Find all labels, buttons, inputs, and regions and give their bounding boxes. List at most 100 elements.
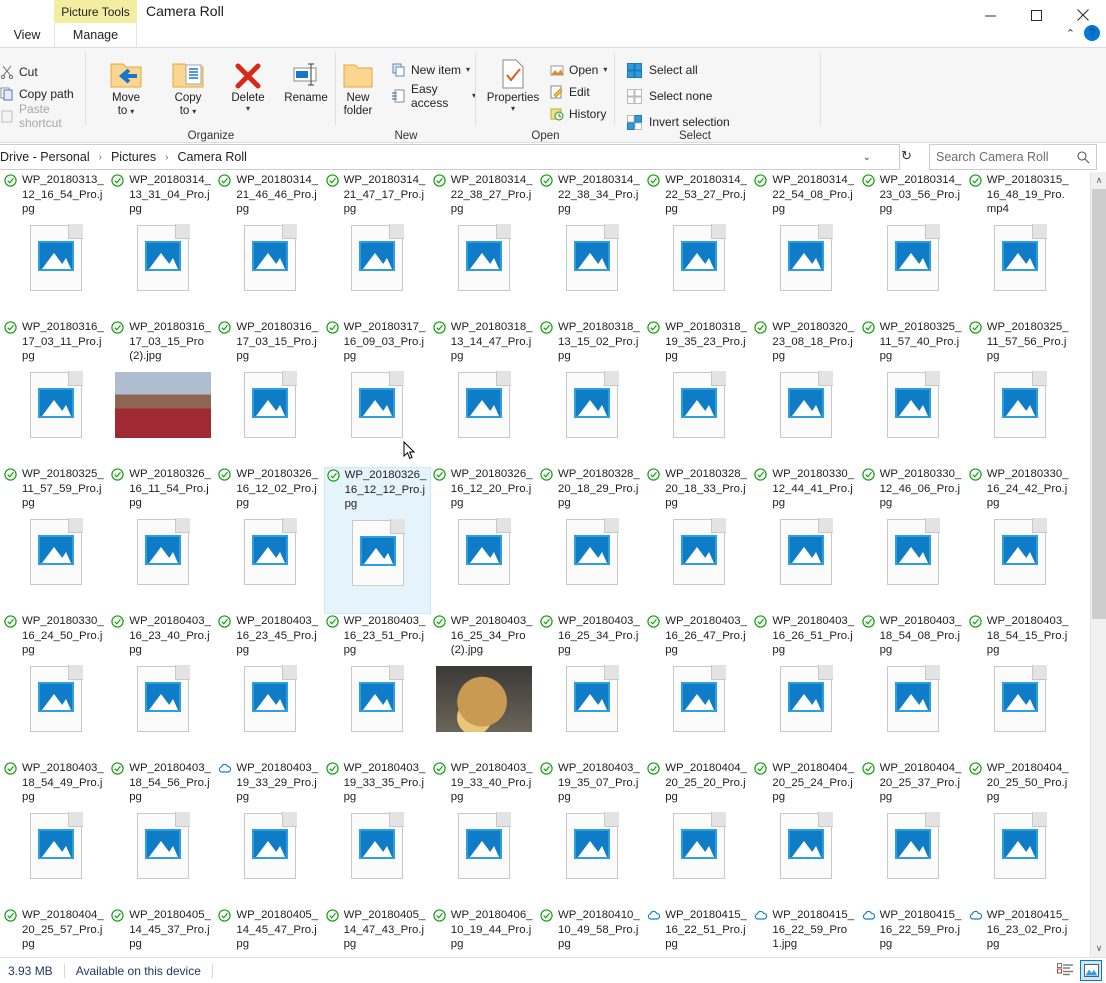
file-name-label: WP_20180403_19_33_40_Pro.jpg [450,762,533,804]
file-item[interactable]: WP_20180316_17_03_15_Pro.jpg [216,320,323,467]
file-item[interactable]: WP_20180328_20_18_33_Pro.jpg [645,467,752,614]
open-button[interactable]: Open ▾ [550,60,607,80]
file-item[interactable]: WP_20180314_22_53_27_Pro.jpg [645,173,752,320]
file-item[interactable]: WP_20180328_20_18_29_Pro.jpg [538,467,645,614]
file-item[interactable]: WP_20180404_20_25_50_Pro.jpg [967,761,1074,908]
file-item[interactable]: WP_20180330_16_24_42_Pro.jpg [967,467,1074,614]
minimize-icon [984,15,996,16]
file-item[interactable]: WP_20180403_16_25_34_Pro (2).jpg [431,614,538,761]
breadcrumb-item-camera-roll[interactable]: Camera Roll [174,149,249,165]
file-item[interactable]: WP_20180313_12_16_54_Pro.jpg [2,173,109,320]
file-item[interactable]: WP_20180325_11_57_40_Pro.jpg [860,320,967,467]
edit-button[interactable]: Edit [550,82,590,102]
file-list-view[interactable]: WP_20180313_12_16_54_Pro.jpg WP_20180314_… [0,172,1106,983]
file-item[interactable]: WP_20180318_13_14_47_Pro.jpg [431,320,538,467]
chevron-down-icon[interactable]: ⌄ [863,152,871,163]
file-item[interactable]: WP_20180403_18_54_15_Pro.jpg [967,614,1074,761]
image-file-icon [243,224,297,291]
file-item[interactable]: WP_20180330_12_46_06_Pro.jpg [860,467,967,614]
file-item[interactable]: WP_20180326_16_11_54_Pro.jpg [109,467,216,614]
tab-view[interactable]: View [0,23,54,47]
properties-button[interactable]: Properties ▾ [480,54,546,113]
file-item[interactable]: WP_20180316_17_03_11_Pro.jpg [2,320,109,467]
file-item[interactable]: WP_20180403_16_26_47_Pro.jpg [645,614,752,761]
file-item[interactable]: WP_20180404_20_25_20_Pro.jpg [645,761,752,908]
file-item[interactable]: WP_20180318_19_35_23_Pro.jpg [645,320,752,467]
file-item[interactable]: WP_20180314_23_03_56_Pro.jpg [860,173,967,320]
scroll-down-button[interactable]: ∨ [1091,940,1106,957]
large-icons-view-button[interactable] [1080,960,1102,981]
file-item[interactable]: WP_20180330_16_24_50_Pro.jpg [2,614,109,761]
help-icon[interactable]: ? [1084,25,1100,41]
invert-selection-button[interactable]: Invert selection [627,112,730,132]
copy-to-caret-icon[interactable]: ▾ [192,107,196,116]
vertical-scrollbar[interactable]: ∧ ∨ [1090,172,1106,957]
move-to-button[interactable]: Move to ▾ [98,54,154,118]
new-folder-button[interactable]: New folder [326,54,390,118]
file-item[interactable]: WP_20180314_13_31_04_Pro.jpg [109,173,216,320]
new-item-button[interactable]: New item ▾ [392,60,470,80]
delete-caret-icon[interactable]: ▾ [246,105,250,113]
image-file-icon [994,371,1048,438]
file-item[interactable]: WP_20180403_19_33_35_Pro.jpg [324,761,431,908]
breadcrumb-item-pictures[interactable]: Pictures [108,149,159,165]
history-button[interactable]: History [550,104,606,124]
file-item[interactable]: WP_20180330_12_44_41_Pro.jpg [752,467,859,614]
easy-access-button[interactable]: Easy access ▾ [392,82,476,110]
file-item[interactable]: WP_20180403_19_33_40_Pro.jpg [431,761,538,908]
file-item[interactable]: WP_20180403_16_25_34_Pro.jpg [538,614,645,761]
file-thumbnail [431,224,538,291]
file-item[interactable]: WP_20180315_16_48_19_Pro.mp4 [967,173,1074,320]
breadcrumb[interactable]: Drive - Personal › Pictures › Camera Rol… [0,144,900,170]
file-item[interactable]: WP_20180326_16_12_12_Pro.jpg [323,467,431,614]
status-divider [211,963,213,978]
file-item[interactable]: WP_20180326_16_12_20_Pro.jpg [431,467,538,614]
copy-to-button[interactable]: Copy to ▾ [160,54,216,118]
file-item[interactable]: WP_20180320_23_08_18_Pro.jpg [752,320,859,467]
file-item[interactable]: WP_20180403_19_35_07_Pro.jpg [538,761,645,908]
file-item[interactable]: WP_20180325_11_57_56_Pro.jpg [967,320,1074,467]
refresh-button[interactable]: ↻ [901,148,912,164]
select-none-button[interactable]: Select none [627,86,712,106]
tab-manage[interactable]: Manage [54,23,137,47]
file-item[interactable]: WP_20180325_11_57_59_Pro.jpg [2,467,109,614]
file-item[interactable]: WP_20180403_18_54_56_Pro.jpg [109,761,216,908]
file-item[interactable]: WP_20180403_18_54_08_Pro.jpg [860,614,967,761]
file-item[interactable]: WP_20180314_22_38_27_Pro.jpg [431,173,538,320]
file-item[interactable]: WP_20180318_13_15_02_Pro.jpg [538,320,645,467]
file-item[interactable]: WP_20180403_19_33_29_Pro.jpg [216,761,323,908]
file-item[interactable]: WP_20180403_16_23_51_Pro.jpg [324,614,431,761]
select-all-button[interactable]: Select all [627,60,698,80]
open-caret-icon[interactable]: ▾ [603,66,607,74]
file-item[interactable]: WP_20180403_16_26_51_Pro.jpg [752,614,859,761]
search-box[interactable]: Search Camera Roll [929,144,1097,170]
breadcrumb-item-drive[interactable]: Drive - Personal [0,149,93,165]
search-input[interactable]: Search Camera Roll [936,150,1077,164]
properties-caret-icon[interactable]: ▾ [511,105,515,113]
cut-button[interactable]: Cut [0,62,38,82]
file-item[interactable]: WP_20180404_20_25_37_Pro.jpg [860,761,967,908]
collapse-ribbon-button[interactable]: ⌃ [1066,27,1075,40]
scrollbar-thumb[interactable] [1092,189,1106,619]
file-thumbnail [752,371,859,438]
image-file-icon [779,371,833,438]
new-item-caret-icon[interactable]: ▾ [466,66,470,74]
file-item[interactable]: WP_20180404_20_25_24_Pro.jpg [752,761,859,908]
file-item[interactable]: WP_20180314_21_46_46_Pro.jpg [216,173,323,320]
file-name-label: WP_20180403_18_54_15_Pro.jpg [986,615,1069,657]
file-item[interactable]: WP_20180403_18_54_49_Pro.jpg [2,761,109,908]
copy-path-button[interactable]: Copy path [0,84,74,104]
file-item[interactable]: WP_20180314_22_54_08_Pro.jpg [752,173,859,320]
file-item[interactable]: WP_20180326_16_12_02_Pro.jpg [216,467,323,614]
move-to-caret-icon[interactable]: ▾ [130,107,134,116]
file-item[interactable]: WP_20180314_21_47_17_Pro.jpg [324,173,431,320]
details-view-button[interactable] [1054,960,1076,981]
file-item[interactable]: WP_20180314_22_38_34_Pro.jpg [538,173,645,320]
file-item[interactable]: WP_20180403_16_23_40_Pro.jpg [109,614,216,761]
scroll-up-button[interactable]: ∧ [1091,172,1106,189]
file-item[interactable]: WP_20180403_16_23_45_Pro.jpg [216,614,323,761]
image-file-icon [565,518,619,585]
delete-button[interactable]: Delete ▾ [220,54,276,113]
file-item[interactable]: WP_20180316_17_03_15_Pro (2).jpg [109,320,216,467]
picture-tools-contextual-tab[interactable]: Picture Tools [54,0,137,23]
